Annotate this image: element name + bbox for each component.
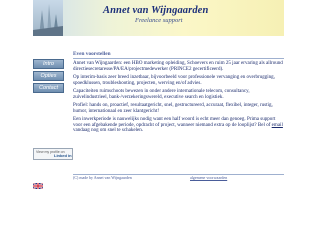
site-title: Annet van Wijngaarden [103, 5, 209, 16]
availability-paragraph: Op interim-basis zeer breed inzetbaar, b… [73, 75, 275, 86]
contact-paragraph-text: Een inwerkperiode is nauwelijks nodig wa… [73, 117, 276, 128]
site-footer: (C) made by Annet van Wijngaarden algeme… [73, 174, 284, 181]
nav-item-intro[interactable]: Intro [33, 59, 64, 69]
terms-link[interactable]: algemene voorwaarden [190, 175, 227, 180]
email-link[interactable]: email [272, 123, 283, 128]
header-photo [33, 0, 63, 36]
profile-paragraph: Profiel: hands on, proactief, resultaatg… [73, 103, 273, 114]
site-header: Annet van Wijngaarden Freelance support [33, 0, 284, 36]
section-title: Even voorstellen [73, 51, 284, 59]
intro-paragraph: Annet van Wijngaarden: een HBO marketing… [73, 61, 283, 72]
nav-item-opties[interactable]: Opties [33, 71, 64, 81]
nav-item-contact[interactable]: Contact [33, 83, 64, 93]
main-content: Even voorstellen Annet van Wijngaarden: … [73, 51, 284, 137]
site-subtitle: Freelance support [135, 17, 183, 24]
main-nav: Intro Opties Contact [33, 59, 64, 95]
experience-paragraph: Capaciteiten ruimschoots bewezen in onde… [73, 89, 250, 100]
contact-paragraph: Een inwerkperiode is nauwelijks nodig wa… [73, 117, 284, 134]
uk-flag-icon[interactable] [32, 176, 44, 190]
contact-paragraph-end: vandaag nog om snel te schakelen. [73, 128, 144, 133]
footer-copyright: (C) made by Annet van Wijngaarden [73, 175, 132, 180]
linkedin-logo-text: Linked in [54, 153, 72, 158]
linkedin-profile-badge[interactable]: View my profile on Linked in [33, 148, 73, 160]
